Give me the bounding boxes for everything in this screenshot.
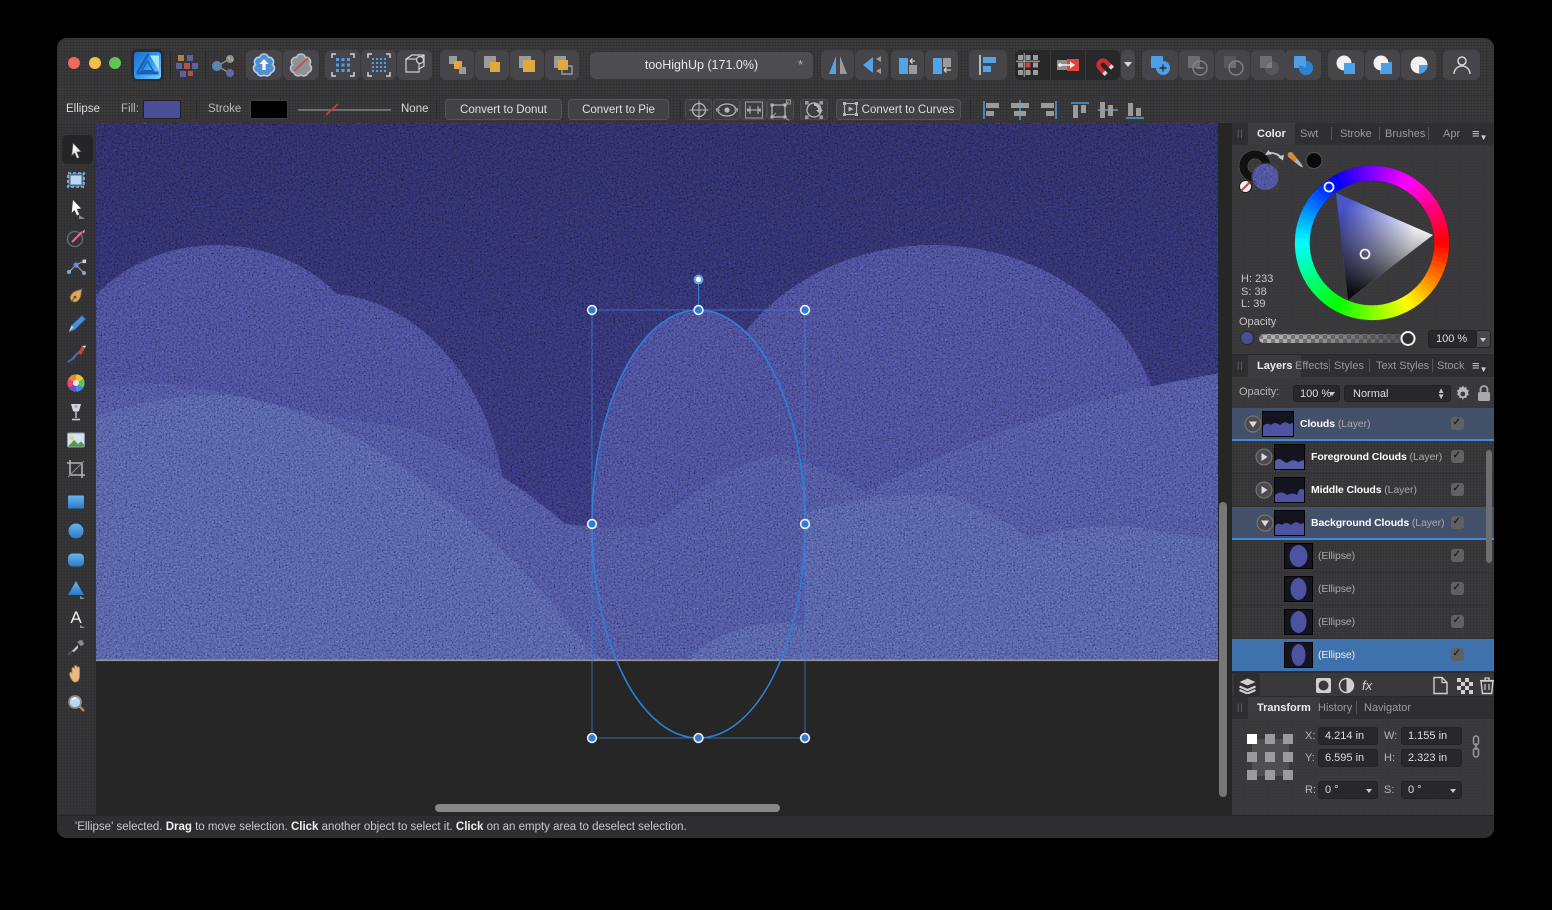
- svg-text:S: 38: S: 38: [1241, 286, 1267, 298]
- svg-text:A: A: [70, 608, 82, 627]
- svg-text:fx: fx: [1362, 678, 1373, 693]
- svg-text:L: 39: L: 39: [1241, 298, 1265, 310]
- svg-text:H: 233: H: 233: [1241, 273, 1273, 285]
